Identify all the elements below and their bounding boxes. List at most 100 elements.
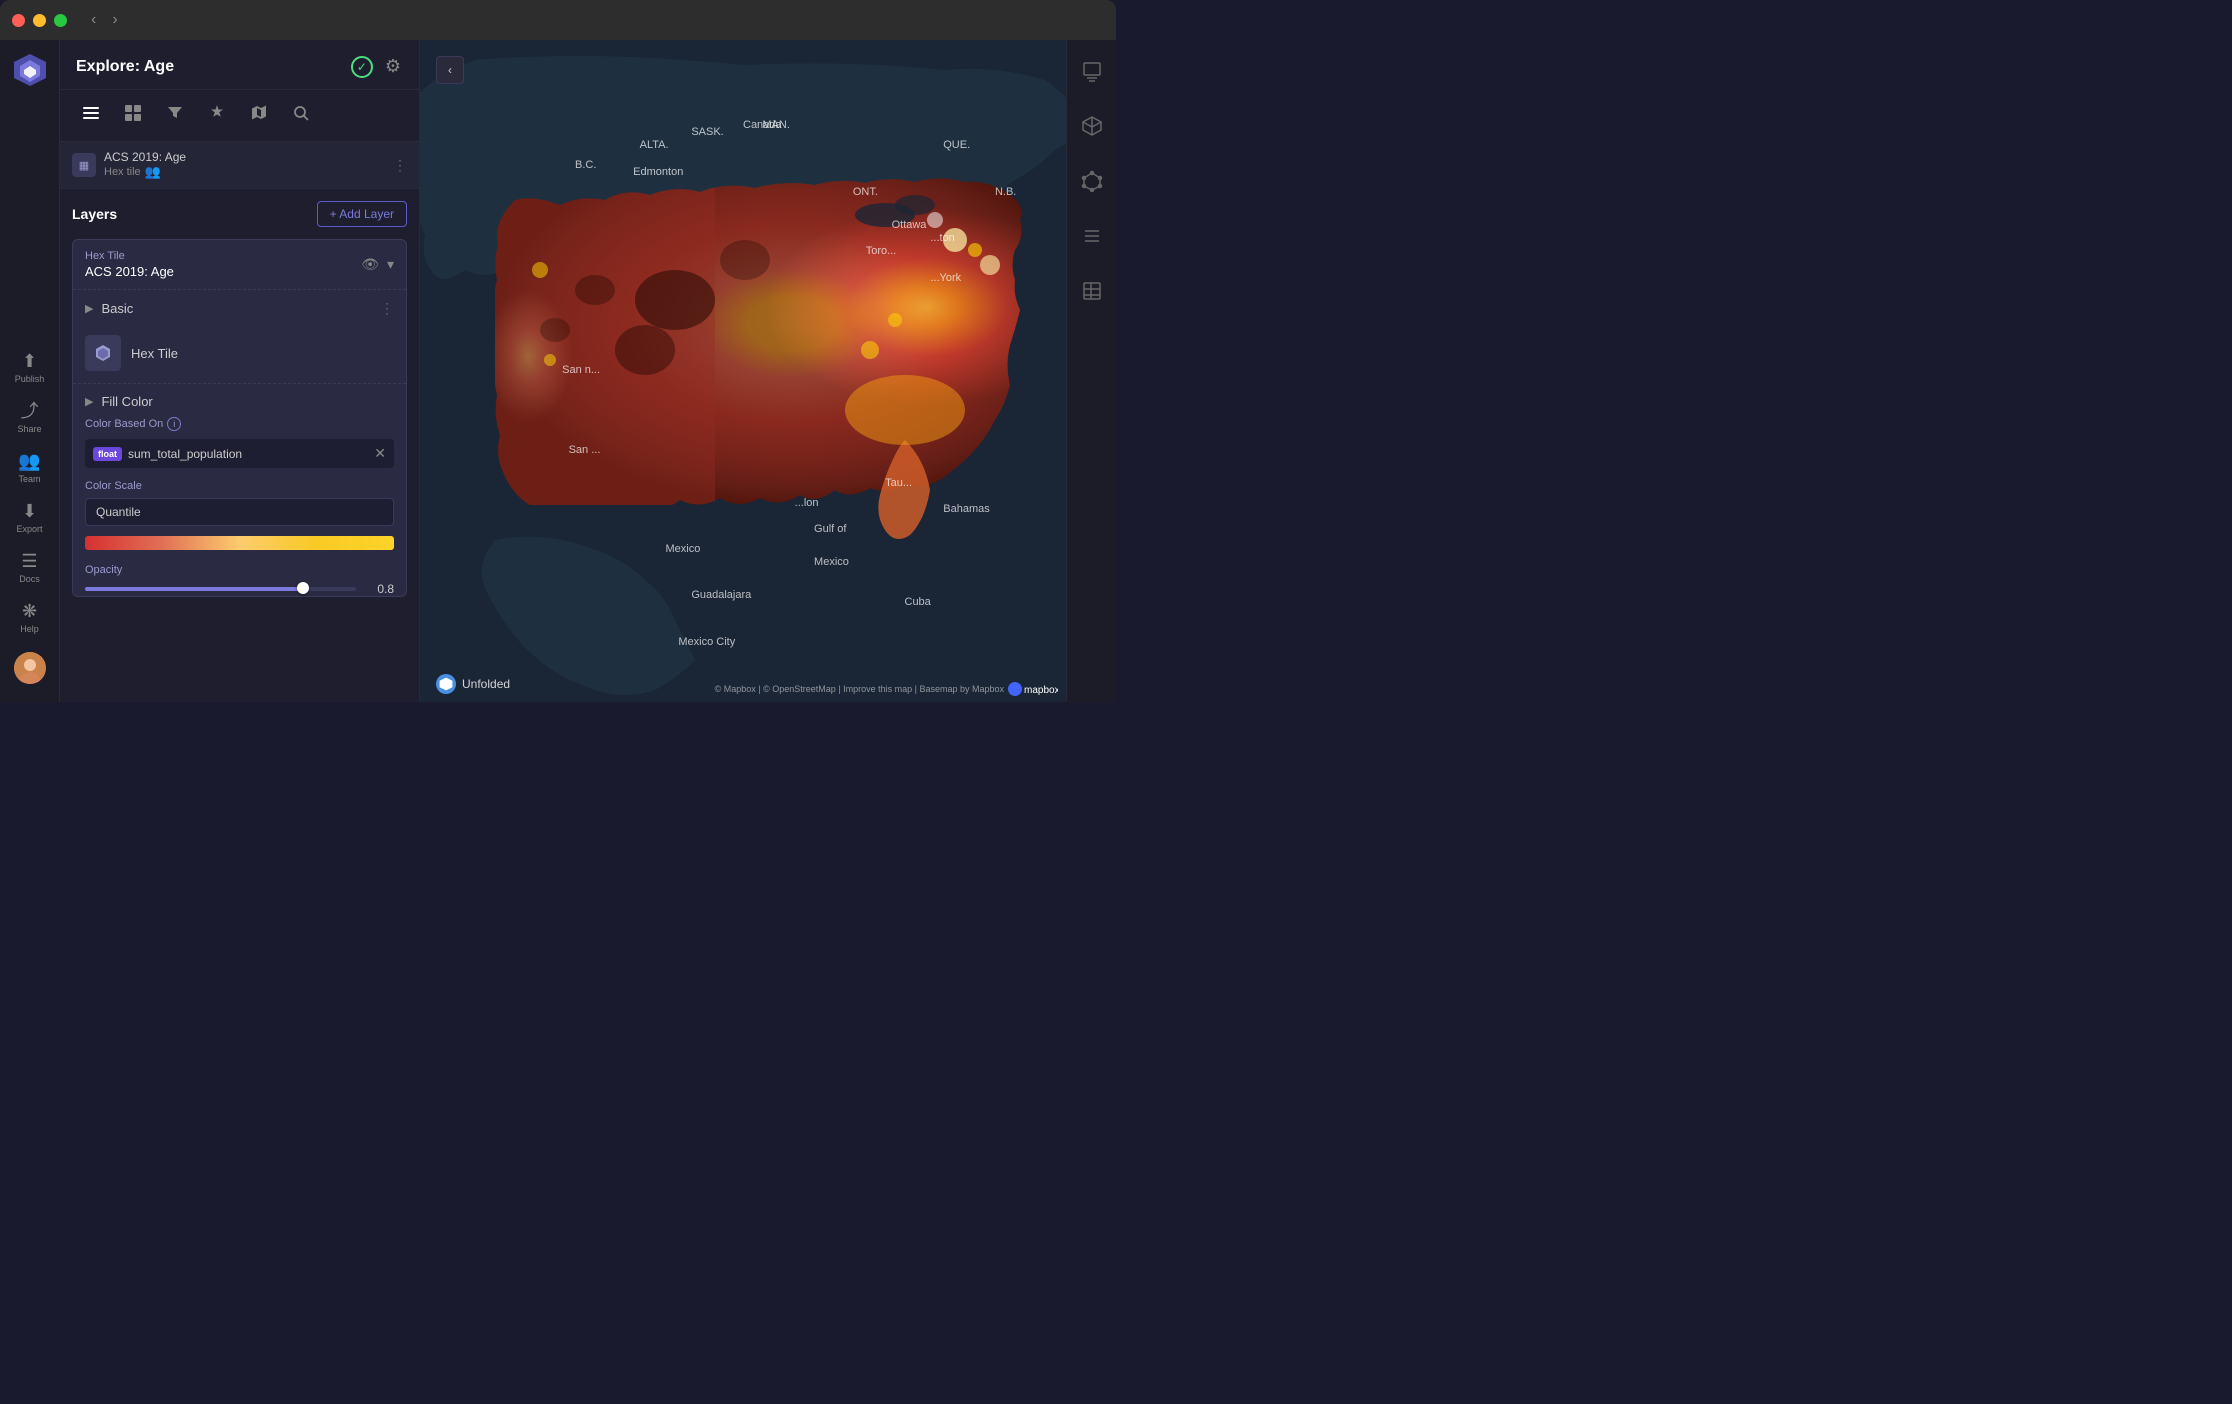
opacity-row: 0.8 (85, 582, 394, 596)
publish-label: Publish (15, 374, 45, 384)
user-avatar[interactable] (14, 652, 46, 684)
dataset-shared-icon: 👥 (145, 164, 161, 180)
team-icon: 👥 (18, 452, 40, 470)
tab-map[interactable] (240, 98, 278, 133)
layers-section: Layers + Add Layer Hex Tile ACS 2019: Ag… (60, 189, 419, 702)
help-icon: ❋ (22, 602, 37, 620)
fill-arrow-icon: ▶ (85, 395, 93, 408)
app-logo (10, 50, 50, 90)
right-icon-cube[interactable] (1077, 111, 1107, 146)
share-label: Share (17, 424, 41, 434)
titlebar: ‹ › (0, 0, 1116, 40)
tab-filter[interactable] (156, 98, 194, 133)
basic-section: ▶ Basic ⋮ Hex Tile (73, 289, 406, 383)
toolbar-tabs (60, 90, 419, 142)
panel-title: Explore: Age (76, 58, 174, 76)
layer-card-info: Hex Tile ACS 2019: Age (85, 250, 361, 279)
layer-type: Hex Tile (85, 250, 361, 262)
app-container: ⬆ Publish ⤴ Share 👥 Team ⬇ Export ☰ Docs… (0, 40, 1116, 702)
basic-more-icon[interactable]: ⋮ (380, 300, 394, 317)
left-panel: Explore: Age ✓ ⚙ (60, 40, 420, 702)
tab-table[interactable] (114, 98, 152, 133)
map-container: ‹ (420, 40, 1066, 702)
tab-layers[interactable] (72, 98, 110, 133)
hex-tile-icon (85, 335, 121, 371)
titlebar-nav: ‹ › (91, 11, 118, 29)
layers-header: Layers + Add Layer (72, 201, 407, 227)
info-icon: i (167, 417, 181, 431)
nav-forward[interactable]: › (112, 11, 117, 29)
right-icon-table[interactable] (1077, 276, 1107, 311)
right-sidebar (1066, 40, 1116, 702)
layer-expand-btn[interactable]: ▾ (387, 256, 394, 273)
minimize-btn[interactable] (33, 14, 46, 27)
check-icon[interactable]: ✓ (351, 56, 373, 78)
opacity-label: Opacity (85, 564, 394, 576)
panel-header: Explore: Age ✓ ⚙ (60, 40, 419, 90)
publish-icon: ⬆ (22, 352, 37, 370)
map-visualization (420, 40, 1066, 702)
export-icon: ⬇ (22, 502, 37, 520)
layer-name: ACS 2019: Age (85, 264, 361, 279)
close-btn[interactable] (12, 14, 25, 27)
field-clear-btn[interactable]: ✕ (374, 445, 386, 462)
color-scale-select[interactable]: Quantile (85, 498, 394, 526)
color-gradient-bar (85, 536, 394, 550)
right-icon-polygon[interactable] (1077, 166, 1107, 201)
fill-color-section: ▶ Fill Color Color Based On i float sum_… (73, 383, 406, 596)
share-icon: ⤴ (21, 402, 39, 420)
map-background: ‹ (420, 40, 1066, 702)
fill-color-header[interactable]: ▶ Fill Color (85, 384, 394, 417)
dataset-sub: Hex tile 👥 (104, 164, 385, 180)
opacity-thumb (297, 582, 309, 594)
hex-tile-option: Hex Tile (85, 327, 394, 383)
color-based-on-label: Color Based On i (85, 417, 394, 431)
nav-back[interactable]: ‹ (91, 11, 96, 29)
basic-label: ▶ Basic (85, 301, 133, 316)
layers-title: Layers (72, 206, 117, 222)
basic-arrow-icon: ▶ (85, 302, 93, 315)
maximize-btn[interactable] (54, 14, 67, 27)
opacity-slider[interactable] (85, 587, 356, 591)
unfolded-brand: Unfolded (436, 674, 510, 694)
icon-sidebar: ⬆ Publish ⤴ Share 👥 Team ⬇ Export ☰ Docs… (0, 40, 60, 702)
export-label: Export (16, 524, 42, 534)
dataset-icon: ▦ (72, 153, 96, 177)
add-layer-button[interactable]: + Add Layer (317, 201, 407, 227)
layer-card-header: Hex Tile ACS 2019: Age 👁 ▾ (73, 240, 406, 289)
layer-visibility-btn[interactable]: 👁 (361, 256, 379, 273)
tab-effects[interactable] (198, 98, 236, 133)
right-icon-list[interactable] (1077, 221, 1107, 256)
color-scale-label: Color Scale (85, 480, 394, 492)
basic-section-header[interactable]: ▶ Basic ⋮ (85, 290, 394, 327)
collapse-panel-btn[interactable]: ‹ (436, 56, 464, 84)
dataset-strip: ▦ ACS 2019: Age Hex tile 👥 ⋮ (60, 142, 419, 189)
help-label: Help (20, 624, 39, 634)
team-label: Team (18, 474, 40, 484)
opacity-value: 0.8 (366, 582, 394, 596)
panel-icons: ✓ ⚙ (351, 54, 403, 79)
dataset-more-btn[interactable]: ⋮ (393, 157, 407, 174)
sidebar-item-publish[interactable]: ⬆ Publish (1, 344, 59, 392)
right-icon-layers[interactable] (1077, 56, 1107, 91)
sidebar-item-team[interactable]: 👥 Team (1, 444, 59, 492)
sidebar-item-export[interactable]: ⬇ Export (1, 494, 59, 542)
basic-section-title: Basic (101, 301, 133, 316)
opacity-track (85, 587, 302, 591)
settings-icon[interactable]: ⚙ (383, 54, 403, 79)
hex-tile-label: Hex Tile (131, 346, 178, 361)
sidebar-item-share[interactable]: ⤴ Share (1, 394, 59, 442)
unfolded-logo (436, 674, 456, 694)
tab-search[interactable] (282, 98, 320, 133)
layer-card: Hex Tile ACS 2019: Age 👁 ▾ ▶ Basic (72, 239, 407, 597)
sidebar-item-help[interactable]: ❋ Help (1, 594, 59, 642)
color-field-row: float sum_total_population ✕ (85, 439, 394, 468)
brand-name: Unfolded (462, 677, 510, 691)
docs-icon: ☰ (21, 552, 37, 570)
sidebar-item-docs[interactable]: ☰ Docs (1, 544, 59, 592)
mapbox-logo: mapbox (1008, 682, 1058, 696)
docs-label: Docs (19, 574, 40, 584)
map-attribution: © Mapbox | © OpenStreetMap | Improve thi… (715, 682, 1058, 696)
attribution-text: © Mapbox | © OpenStreetMap | Improve thi… (715, 684, 1004, 694)
svg-text:mapbox: mapbox (1024, 685, 1058, 696)
